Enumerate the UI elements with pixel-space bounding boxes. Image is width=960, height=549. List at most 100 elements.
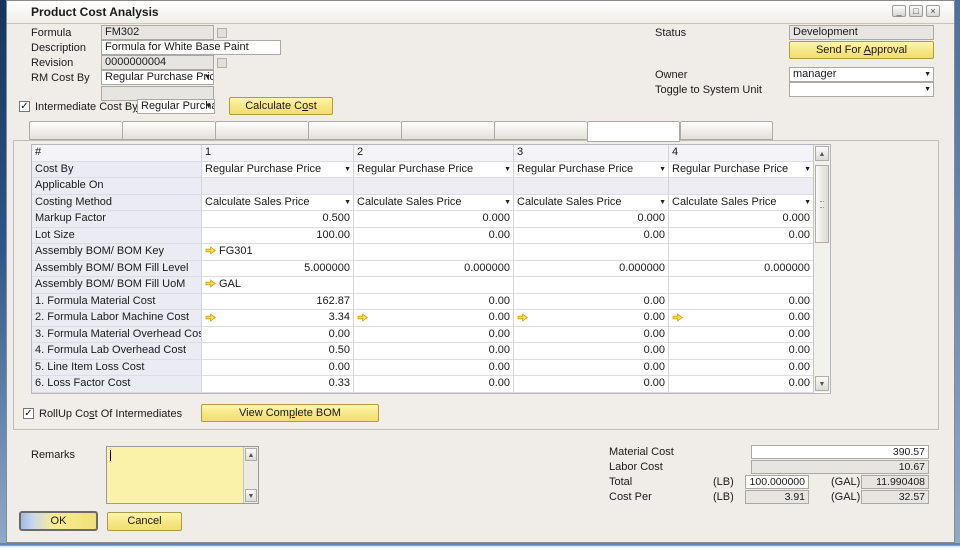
grid-cell-r7-c2[interactable]: 0.000000 [354, 261, 514, 278]
grid-cell-r11-c4[interactable]: 0.00 [669, 327, 814, 344]
link-arrow-icon[interactable] [205, 279, 216, 288]
revision-lookup-icon[interactable] [217, 58, 227, 68]
grid-cell-r6-c3[interactable] [514, 244, 669, 261]
link-arrow-icon[interactable] [672, 313, 683, 322]
description-field[interactable]: Formula for White Base Paint [101, 40, 281, 55]
tab-items[interactable] [29, 121, 122, 140]
grid-cell-r12-c4[interactable]: 0.00 [669, 343, 814, 360]
grid-cell-r9-c1[interactable]: 162.87 [202, 294, 354, 311]
grid-cell-r8-c4[interactable] [669, 277, 814, 294]
link-arrow-icon[interactable] [517, 313, 528, 322]
grid-cell-r6-c1[interactable]: FG301 [202, 244, 354, 261]
cancel-button[interactable]: Cancel [107, 512, 182, 531]
revision-field[interactable]: 0000000004 [101, 55, 214, 70]
maximize-icon[interactable]: □ [909, 5, 923, 17]
ok-button[interactable]: OK [19, 511, 98, 531]
grid-cell-r4-c4[interactable]: 0.000 [669, 211, 814, 228]
tab-by-products[interactable] [308, 121, 401, 140]
rm-cost-by-select[interactable]: Regular Purchase Price ▼ [101, 70, 214, 85]
grid-cell-r3-c4[interactable]: Calculate Sales Price▼ [669, 195, 814, 212]
grid-cell-r9-c4[interactable]: 0.00 [669, 294, 814, 311]
rollup-cost-checkbox[interactable]: ✓ [23, 408, 34, 419]
grid-cell-r7-c4[interactable]: 0.000000 [669, 261, 814, 278]
grid-cell-r13-c2[interactable]: 0.00 [354, 360, 514, 377]
intermediate-cost-by-checkbox[interactable]: ✓ [19, 101, 30, 112]
total-lb-field[interactable]: 100.000000 [745, 475, 809, 489]
tab-revision[interactable] [401, 121, 494, 140]
grid-cell-r13-c4[interactable]: 0.00 [669, 360, 814, 377]
grid-cell-r3-c3[interactable]: Calculate Sales Price▼ [514, 195, 669, 212]
tab-qc-test[interactable] [494, 121, 587, 140]
grid-cell-r4-c2[interactable]: 0.000 [354, 211, 514, 228]
material-cost-field[interactable]: 390.57 [751, 445, 929, 459]
grid-cell-r14-c4[interactable]: 0.00 [669, 376, 814, 393]
link-arrow-icon[interactable] [205, 246, 216, 255]
scroll-down-icon[interactable]: ▼ [245, 489, 257, 502]
grid-cell-r1-c1[interactable]: Regular Purchase Price▼ [202, 162, 354, 179]
grid-cell-r5-c4[interactable]: 0.00 [669, 228, 814, 245]
scroll-up-icon[interactable]: ▲ [245, 448, 257, 461]
scroll-down-icon[interactable]: ▼ [815, 376, 829, 391]
grid-cell-r3-c1[interactable]: Calculate Sales Price▼ [202, 195, 354, 212]
grid-cell-r5-c3[interactable]: 0.00 [514, 228, 669, 245]
scroll-up-icon[interactable]: ▲ [815, 146, 829, 161]
grid-cell-r10-c3[interactable]: 0.00 [514, 310, 669, 327]
close-icon[interactable]: × [926, 5, 940, 17]
grid-cell-r12-c1[interactable]: 0.50 [202, 343, 354, 360]
owner-select[interactable]: manager ▼ [789, 67, 934, 82]
grid-cell-r9-c3[interactable]: 0.00 [514, 294, 669, 311]
labor-cost-field[interactable]: 10.67 [751, 460, 929, 474]
grid-cell-r10-c1[interactable]: 3.34 [202, 310, 354, 327]
grid-cell-r4-c1[interactable]: 0.500 [202, 211, 354, 228]
grid-cell-r11-c3[interactable]: 0.00 [514, 327, 669, 344]
tab-labor[interactable] [122, 121, 215, 140]
link-arrow-icon[interactable] [357, 313, 368, 322]
remarks-textarea[interactable]: ▲ ▼ [106, 446, 259, 504]
view-complete-bom-button[interactable]: View Complete BOM [201, 404, 379, 422]
remarks-scrollbar[interactable]: ▲ ▼ [243, 447, 258, 503]
total-gal-field[interactable]: 11.990408 [861, 475, 929, 489]
grid-cell-r14-c2[interactable]: 0.00 [354, 376, 514, 393]
grid-cell-r10-c4[interactable]: 0.00 [669, 310, 814, 327]
grid-cell-r12-c3[interactable]: 0.00 [514, 343, 669, 360]
grid-cell-r7-c1[interactable]: 5.000000 [202, 261, 354, 278]
send-for-approval-button[interactable]: Send For Approval [789, 41, 934, 59]
grid-cell-r14-c3[interactable]: 0.00 [514, 376, 669, 393]
grid-cell-r8-c3[interactable] [514, 277, 669, 294]
grid-scrollbar-thumb[interactable] [815, 165, 829, 243]
tab-consumables[interactable] [215, 121, 308, 140]
grid-cell-r1-c4[interactable]: Regular Purchase Price▼ [669, 162, 814, 179]
cost-per-gal-field[interactable]: 32.57 [861, 490, 929, 504]
grid-cell-r14-c1[interactable]: 0.33 [202, 376, 354, 393]
title-bar[interactable]: Product Cost Analysis _ □ × [7, 1, 954, 24]
formula-field[interactable]: FM302 [101, 25, 214, 40]
grid-cell-r8-c2[interactable] [354, 277, 514, 294]
link-arrow-icon[interactable] [205, 313, 216, 322]
toggle-to-system-unit-select[interactable]: ▼ [789, 82, 934, 97]
grid-cell-r5-c2[interactable]: 0.00 [354, 228, 514, 245]
tab-attributes[interactable] [680, 121, 773, 140]
grid-cell-r7-c3[interactable]: 0.000000 [514, 261, 669, 278]
formula-lookup-icon[interactable] [217, 28, 227, 38]
grid-cell-r1-c2[interactable]: Regular Purchase Price▼ [354, 162, 514, 179]
tab-analysis[interactable] [587, 121, 680, 142]
grid-cell-r6-c2[interactable] [354, 244, 514, 261]
intermediate-cost-by-select[interactable]: Regular Purchase ▼ [137, 99, 215, 114]
grid-cell-r4-c3[interactable]: 0.000 [514, 211, 669, 228]
grid-scrollbar[interactable]: ▲ ▼ [813, 145, 830, 392]
grid-cell-r5-c1[interactable]: 100.00 [202, 228, 354, 245]
grid-cell-r10-c2[interactable]: 0.00 [354, 310, 514, 327]
grid-cell-r13-c3[interactable]: 0.00 [514, 360, 669, 377]
grid-cell-r1-c3[interactable]: Regular Purchase Price▼ [514, 162, 669, 179]
grid-cell-r12-c2[interactable]: 0.00 [354, 343, 514, 360]
grid-cell-r3-c2[interactable]: Calculate Sales Price▼ [354, 195, 514, 212]
grid-cell-r11-c2[interactable]: 0.00 [354, 327, 514, 344]
minimize-icon[interactable]: _ [892, 5, 906, 17]
cost-per-lb-field[interactable]: 3.91 [745, 490, 809, 504]
grid-cell-r8-c1[interactable]: GAL [202, 277, 354, 294]
grid-cell-r6-c4[interactable] [669, 244, 814, 261]
calculate-cost-button[interactable]: Calculate Cost [229, 97, 333, 115]
grid-cell-r11-c1[interactable]: 0.00 [202, 327, 354, 344]
grid-cell-r13-c1[interactable]: 0.00 [202, 360, 354, 377]
grid-cell-r9-c2[interactable]: 0.00 [354, 294, 514, 311]
